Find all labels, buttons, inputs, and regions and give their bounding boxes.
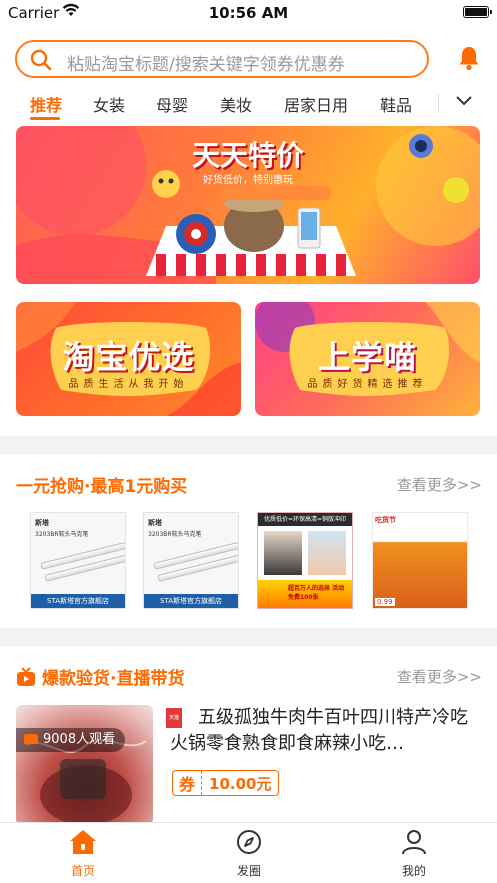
promo-title: 上学喵 [317, 338, 417, 376]
product-thumb[interactable]: 吃货节 0.99 [372, 512, 468, 609]
bottom-tab-bar: 首页 发圈 我的 [0, 822, 497, 883]
tab-profile[interactable]: 我的 [374, 829, 454, 879]
category-tabs: 推荐 女装 母婴 美妆 居家日用 鞋品 [0, 88, 497, 120]
status-bar: Carrier 10:56 AM [0, 0, 497, 26]
section-divider [0, 628, 497, 646]
see-more-link[interactable]: 查看更多>> [397, 474, 482, 495]
one-yuan-products: 斯塔 3203BR软头马克笔 STA斯塔官方旗舰店 斯塔 3203BR软头马克笔… [30, 512, 470, 610]
product-thumb[interactable]: 斯塔 3203BR软头马克笔 STA斯塔官方旗舰店 [143, 512, 239, 609]
product-photo [25, 739, 147, 825]
tab-womens[interactable]: 女装 [93, 92, 125, 116]
coupon-label: 券 [173, 771, 203, 795]
thumb-price: 0.99 [375, 598, 395, 606]
home-icon [70, 830, 96, 854]
active-tab-indicator [30, 117, 60, 120]
thumb-footer: STA斯塔官方旗舰店 [144, 594, 238, 608]
thumb-banner-text: 优质低价=环保高清=铜版冲印 [258, 513, 352, 526]
tab-beauty[interactable]: 美妆 [220, 92, 252, 116]
photo-image [264, 531, 302, 575]
promo-title: 淘宝优选 [62, 338, 195, 376]
coupon-value: 10.00元 [209, 774, 272, 793]
product-image[interactable] [16, 705, 153, 825]
promo-subtitle: 品质生活从我开始 [68, 379, 189, 390]
tab-recommend[interactable]: 推荐 [30, 92, 62, 116]
tab-label: 发圈 [236, 864, 261, 878]
thumb-footer: 超百万人的选择 活动免费100张 [258, 580, 352, 608]
viewer-count: 9008人观看 [43, 732, 116, 747]
photo-image [308, 531, 346, 575]
compass-icon [237, 830, 261, 854]
banner-subtitle: 好货低价，特别惠玩 [203, 175, 293, 186]
promo-card-taobao-select[interactable]: 淘宝优选 品质生活从我开始 [16, 302, 241, 416]
tab-label: 首页 [70, 864, 95, 878]
thumb-tag: 吃货节 [375, 516, 396, 524]
product-title[interactable]: 五级孤独牛肉牛百叶四川特产冷吃火锅零食熟食即食麻辣小吃… [170, 705, 470, 757]
section-title: 爆款验货·直播带货 [42, 669, 185, 689]
product-thumb[interactable]: 斯塔 3203BR软头马克笔 STA斯塔官方旗舰店 [30, 512, 126, 609]
main-banner[interactable]: 天天特价 好货低价，特别惠玩 [16, 126, 480, 284]
tab-label: 我的 [401, 864, 426, 878]
live-viewers-badge: 9008人观看 [16, 728, 126, 752]
tab-baby[interactable]: 母婴 [156, 92, 188, 116]
tab-home[interactable]: 居家日用 [284, 92, 348, 116]
coupon-badge: 券 10.00元 [172, 770, 280, 796]
live-tv-icon [17, 667, 35, 686]
thumb-model: 3203BR软头马克笔 [35, 531, 89, 538]
thumb-model: 3203BR软头马克笔 [148, 531, 202, 538]
search-placeholder: 粘贴淘宝标题/搜索关键字领券优惠券 [67, 55, 345, 75]
section-header-live: 爆款验货·直播带货 查看更多>> [16, 664, 482, 689]
thumb-footer: STA斯塔官方旗舰店 [31, 594, 125, 608]
thumb-brand: 斯塔 [35, 519, 49, 527]
section-divider [0, 436, 497, 454]
product-thumb[interactable]: 优质低价=环保高清=铜版冲印 超百万人的选择 活动免费100张 [257, 512, 353, 609]
section-title: 一元抢购·最高1元购买 [16, 477, 188, 497]
tab-moments[interactable]: 发圈 [209, 829, 289, 879]
search-icon [30, 49, 52, 71]
battery-icon [463, 6, 492, 18]
search-input[interactable]: 粘贴淘宝标题/搜索关键字领券优惠券 [15, 40, 429, 78]
tab-shoes[interactable]: 鞋品 [380, 92, 412, 116]
bell-icon[interactable] [457, 45, 481, 71]
tabs-separator [438, 94, 439, 112]
live-camera-icon [24, 733, 38, 744]
clock: 10:56 AM [208, 4, 289, 22]
promo-subtitle: 品质好货精选推荐 [307, 379, 428, 390]
tab-home-page[interactable]: 首页 [43, 829, 123, 879]
thumb-brand: 斯塔 [148, 519, 162, 527]
section-header-one-yuan: 一元抢购·最高1元购买 查看更多>> [16, 472, 482, 497]
chevron-down-icon[interactable] [455, 94, 473, 108]
promo-card-school-meow[interactable]: 上学喵 品质好货精选推荐 [255, 302, 480, 416]
user-icon [402, 830, 426, 855]
see-more-link[interactable]: 查看更多>> [397, 666, 482, 687]
banner-title: 天天特价 [191, 139, 304, 172]
